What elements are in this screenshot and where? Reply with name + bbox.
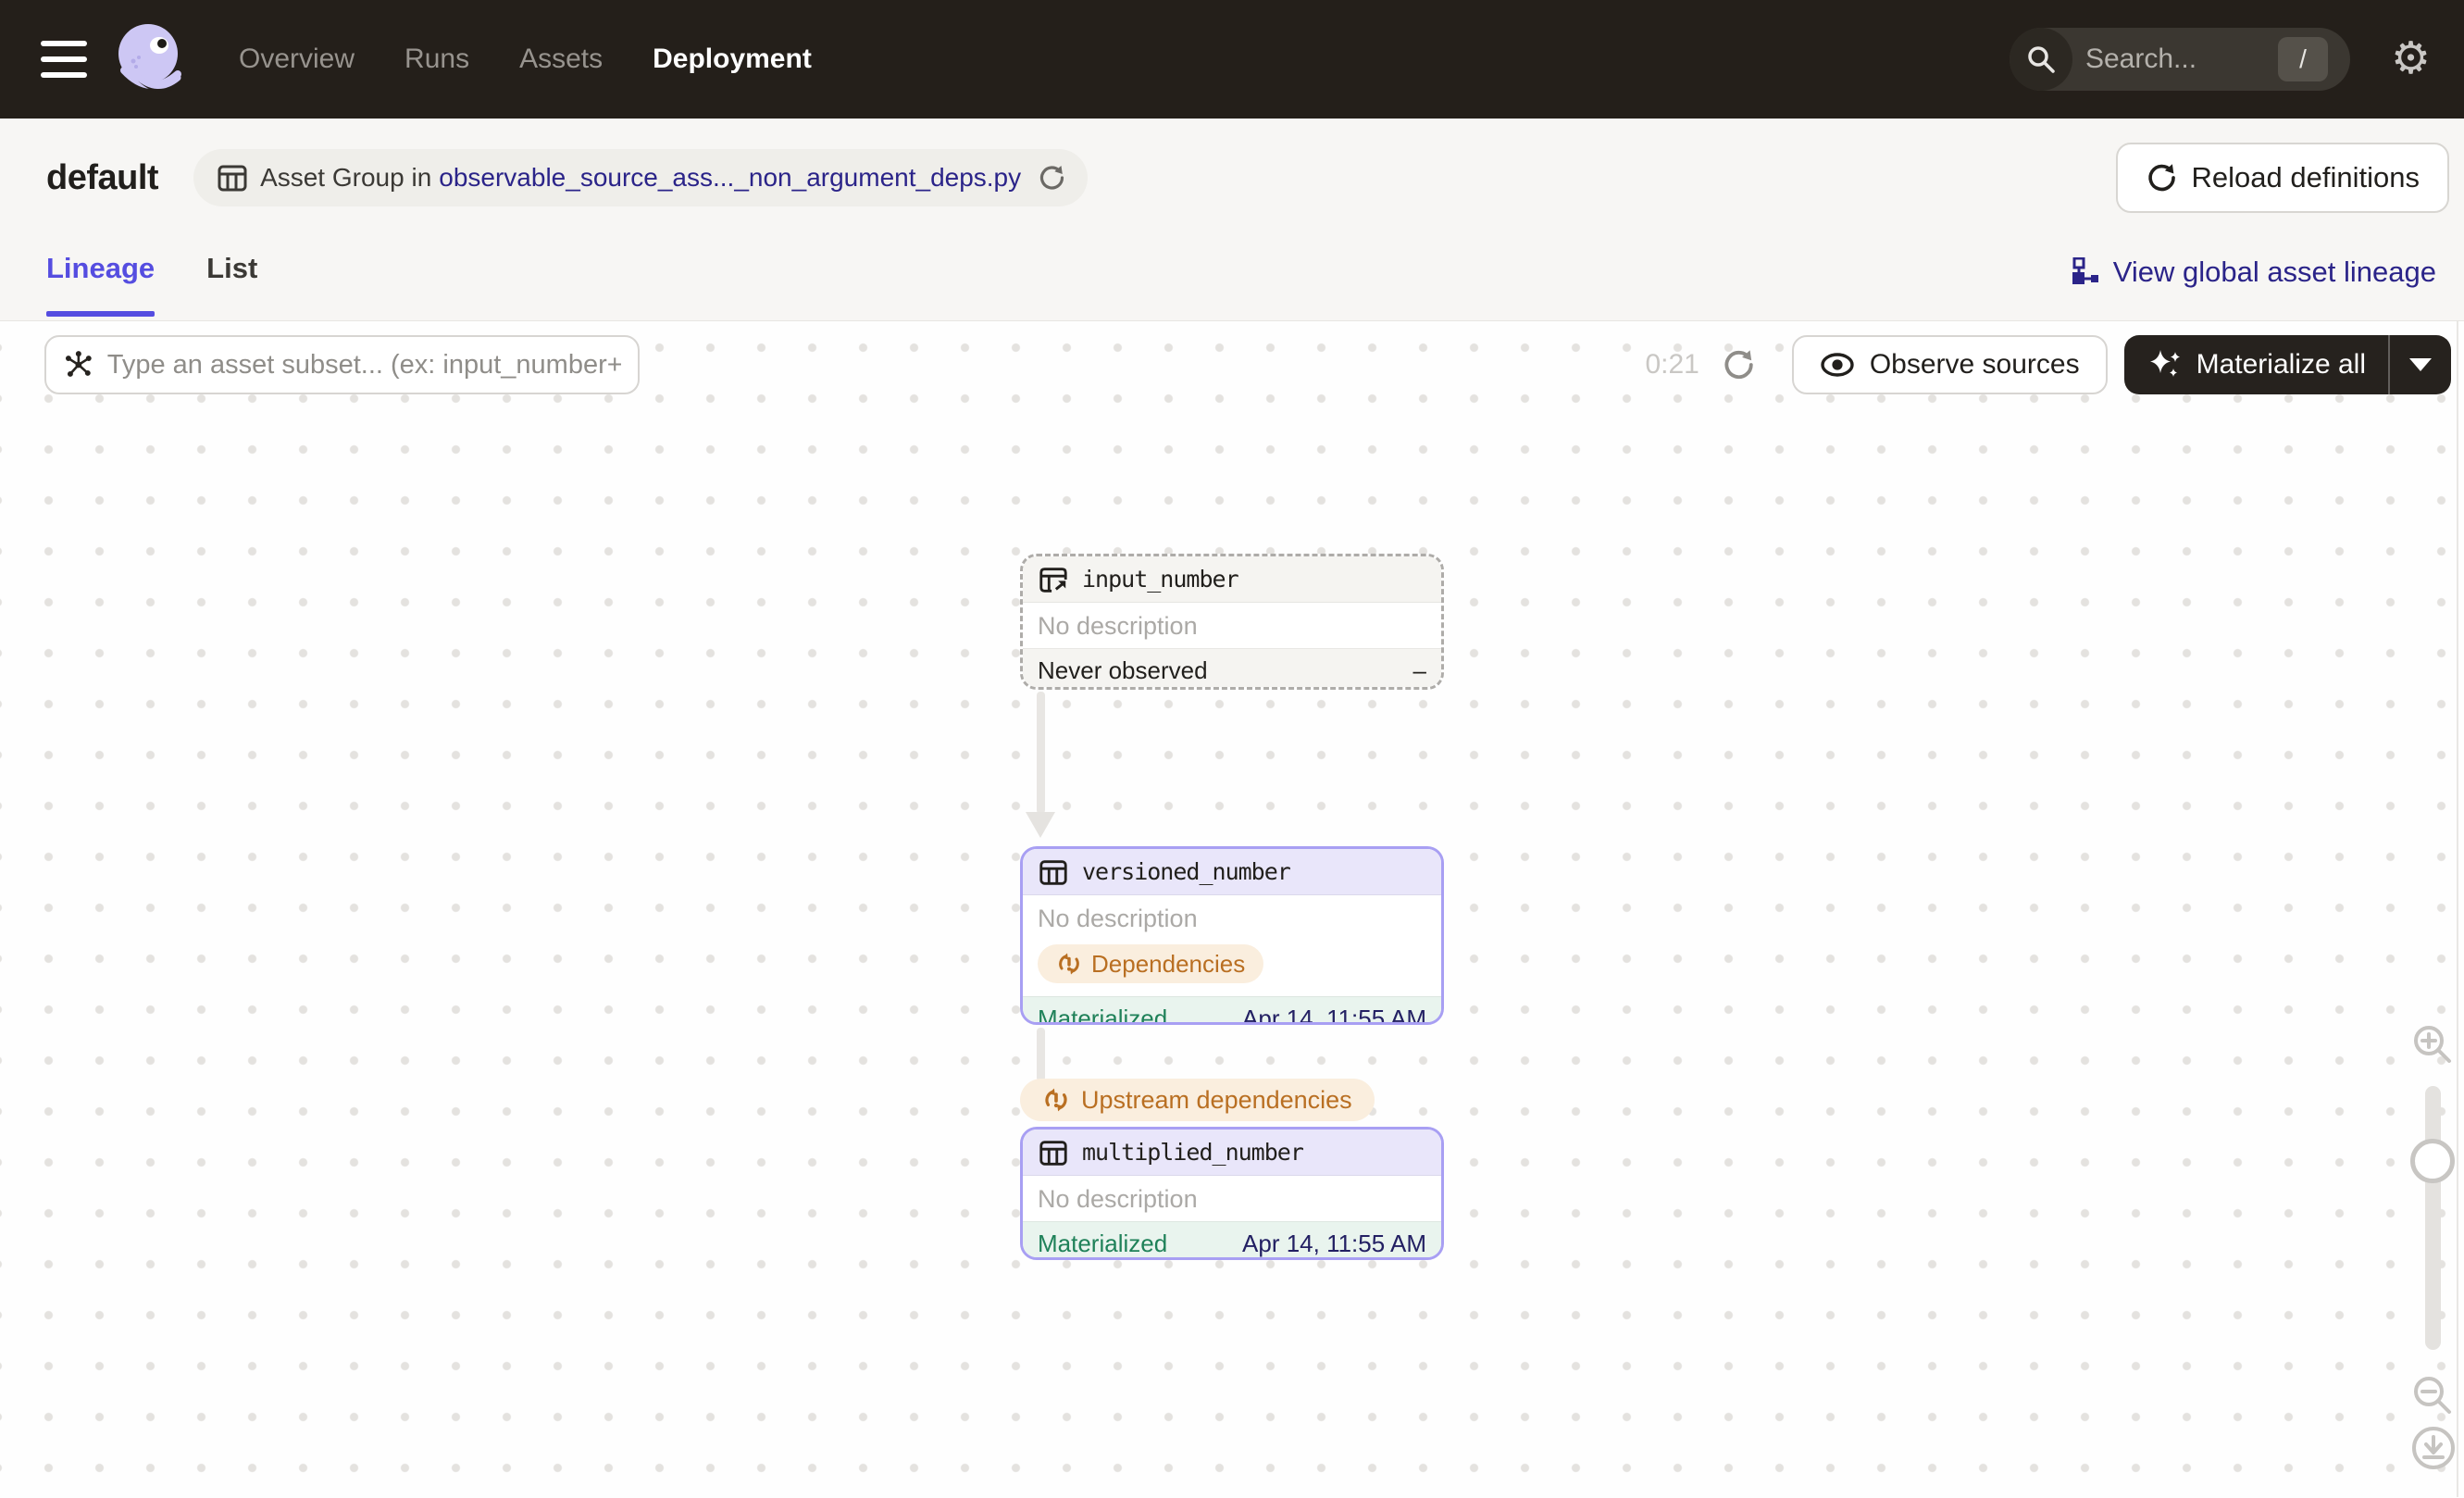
- asset-status-value: –: [1412, 655, 1426, 684]
- page-header: default Asset Group in observable_source…: [0, 119, 2464, 321]
- asset-node-input-number[interactable]: input_number No description Never observ…: [1020, 554, 1444, 690]
- hamburger-menu-icon[interactable]: [41, 41, 87, 78]
- zoom-in-icon[interactable]: [2410, 1022, 2455, 1067]
- nav-item-runs[interactable]: Runs: [404, 44, 469, 75]
- asset-name: versioned_number: [1082, 858, 1291, 885]
- top-nav: Overview Runs Assets Deployment / ⚙: [0, 0, 2464, 119]
- asset-group-label: Asset Group in: [260, 163, 432, 192]
- asset-graph-icon: [65, 351, 92, 377]
- asset-status: Never observed: [1038, 655, 1208, 684]
- view-global-asset-lineage-link[interactable]: View global asset lineage: [2071, 252, 2436, 289]
- dagster-logo[interactable]: [113, 20, 191, 98]
- upstream-dependencies-label: Upstream dependencies: [1081, 1085, 1352, 1114]
- global-lineage-label: View global asset lineage: [2112, 256, 2436, 288]
- eye-icon: [1821, 353, 1854, 377]
- dependencies-tag[interactable]: Dependencies: [1038, 944, 1264, 983]
- zoom-slider-track[interactable]: [2425, 1086, 2441, 1350]
- materialize-all-label: Materialize all: [2196, 349, 2366, 380]
- download-image-icon[interactable]: [2410, 1425, 2457, 1471]
- upstream-dependencies-tag[interactable]: Upstream dependencies: [1020, 1079, 1375, 1121]
- nav-links: Overview Runs Assets Deployment: [239, 44, 812, 75]
- chevron-down-icon: [2409, 358, 2432, 371]
- nav-item-deployment[interactable]: Deployment: [653, 44, 812, 75]
- materialize-dropdown-button[interactable]: [2390, 335, 2451, 394]
- gear-icon[interactable]: ⚙: [2391, 37, 2431, 81]
- tab-list[interactable]: List: [206, 252, 257, 320]
- tab-bar: Lineage List: [46, 252, 257, 320]
- asset-name: input_number: [1082, 566, 1239, 593]
- asset-node-versioned-number[interactable]: versioned_number No description Dependen…: [1020, 846, 1444, 1025]
- search-shortcut-badge: /: [2277, 37, 2328, 81]
- asset-group-breadcrumb: Asset Group in observable_source_ass..._…: [193, 149, 1089, 206]
- sparkles-icon: [2149, 350, 2180, 377]
- tab-lineage[interactable]: Lineage: [46, 252, 156, 320]
- materialize-all-main[interactable]: Materialize all: [2124, 335, 2388, 394]
- refresh-graph-icon[interactable]: [1722, 348, 1755, 381]
- lineage-canvas[interactable]: 0:21 Observe sources: [0, 321, 2464, 1497]
- lineage-graph-icon: [2072, 257, 2098, 284]
- table-icon: [218, 165, 247, 192]
- right-panel-divider: [2457, 321, 2458, 1497]
- asset-description: No description: [1038, 905, 1198, 932]
- reload-icon: [2147, 164, 2175, 192]
- materialize-all-button[interactable]: Materialize all: [2123, 335, 2451, 394]
- table-icon: [1039, 1140, 1067, 1166]
- edge-versioned-to-label: [1037, 1028, 1045, 1081]
- edge-arrowhead-icon: [1026, 812, 1055, 838]
- search-icon: [2009, 28, 2072, 91]
- dependencies-tag-label: Dependencies: [1091, 949, 1246, 978]
- asset-subset-input[interactable]: [106, 349, 621, 381]
- nav-item-assets[interactable]: Assets: [519, 44, 603, 75]
- asset-status: Materialized: [1038, 1229, 1168, 1257]
- asset-node-multiplied-number[interactable]: multiplied_number No description Materia…: [1020, 1127, 1444, 1260]
- nav-item-overview[interactable]: Overview: [239, 44, 355, 75]
- reload-definitions-label: Reload definitions: [2191, 161, 2420, 193]
- sync-warning-icon: [1045, 1088, 1067, 1112]
- asset-description: No description: [1038, 1185, 1198, 1213]
- asset-name: multiplied_number: [1082, 1139, 1304, 1166]
- observe-sources-label: Observe sources: [1869, 349, 2080, 380]
- edge-input-to-versioned: [1037, 692, 1045, 814]
- zoom-slider-handle[interactable]: [2410, 1139, 2455, 1183]
- lineage-toolbar: 0:21 Observe sources: [44, 335, 2451, 394]
- table-icon: [1039, 859, 1067, 885]
- asset-group-file-link[interactable]: observable_source_ass..._non_argument_de…: [439, 163, 1021, 193]
- refresh-icon[interactable]: [1038, 164, 1065, 192]
- observe-sources-button[interactable]: Observe sources: [1791, 335, 2108, 394]
- refresh-timer: 0:21: [1645, 349, 1699, 380]
- zoom-out-icon[interactable]: [2410, 1373, 2455, 1417]
- asset-status-timestamp: Apr 14, 11:55 AM: [1242, 1004, 1426, 1025]
- page-title: default: [46, 157, 159, 197]
- asset-status-timestamp: Apr 14, 11:55 AM: [1242, 1229, 1426, 1257]
- asset-subset-field[interactable]: [44, 335, 640, 394]
- asset-description: No description: [1038, 612, 1198, 640]
- asset-status: Materialized: [1038, 1004, 1168, 1025]
- sync-warning-icon: [1059, 953, 1079, 975]
- observable-table-icon: [1039, 567, 1067, 593]
- search-input[interactable]: [2084, 44, 2252, 75]
- search-box[interactable]: /: [2009, 28, 2350, 91]
- reload-definitions-button[interactable]: Reload definitions: [2115, 143, 2449, 213]
